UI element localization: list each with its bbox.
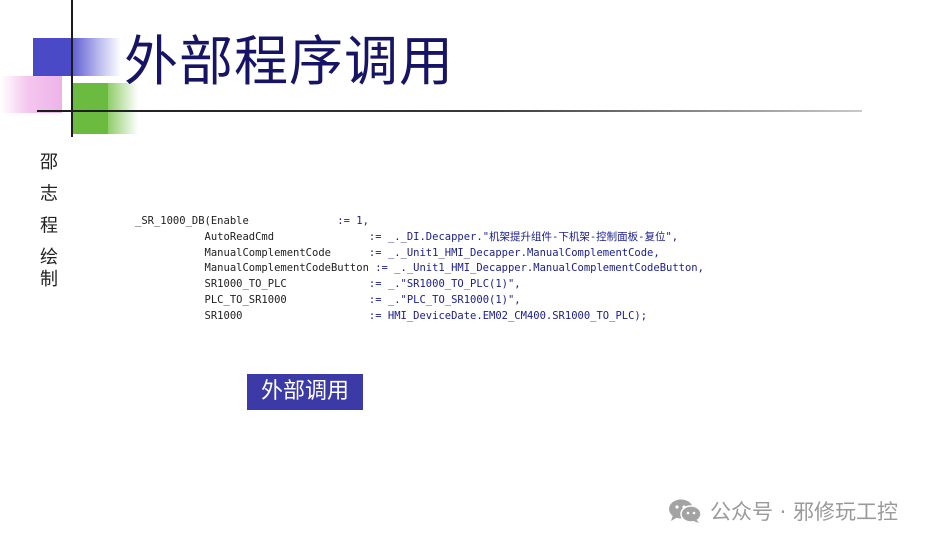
code-param: AutoReadCmd [135,230,369,243]
decor-green-square [72,83,108,134]
code-line: SR1000 := HMI_DeviceDate.EM02_CM400.SR10… [135,309,648,322]
code-value: := _._Unit1_HMI_Decapper.ManualComplemen… [368,246,660,259]
code-value: := 1, [337,215,369,227]
code-line: SR1000_TO_PLC := _."SR1000_TO_PLC(1)", [135,278,521,290]
code-value: := _."PLC_TO_SR1000(1)", [368,293,521,306]
code-param: _SR_1000_DB(Enable [135,215,338,227]
decor-vertical-line [71,0,73,137]
code-line: ManualComplementCodeButton := _._Unit1_H… [135,262,704,274]
code-param: SR1000 [135,309,369,322]
code-value: := _."SR1000_TO_PLC(1)", [368,278,521,291]
code-value: := _._Unit1_HMI_Decapper.ManualComplemen… [375,262,704,275]
code-block: _SR_1000_DB(Enable := 1, AutoReadCmd := … [135,214,704,325]
code-line: PLC_TO_SR1000 := _."PLC_TO_SR1000(1)", [135,294,521,306]
code-param: ManualComplementCodeButton [135,262,376,275]
watermark-text: 公众号 · 邪修玩工控 [709,500,898,524]
external-call-button[interactable]: 外部调用 [247,374,363,410]
slide-title: 外部程序调用 [124,30,454,93]
title-underline [37,110,862,112]
wechat-icon [668,498,702,524]
code-value: := HMI_DeviceDate.EM02_CM400.SR1000_TO_P… [368,309,648,322]
code-line: AutoReadCmd := _._DI.Decapper."机架提升组件-下机… [135,230,679,243]
code-value: := _._DI.Decapper."机架提升组件-下机架-控制面板-复位", [368,230,679,243]
code-param: SR1000_TO_PLC [135,278,369,291]
decor-blue-square [33,38,71,76]
watermark: 公众号 · 邪修玩工控 [668,497,898,525]
decor-blue-fade [71,38,121,76]
decor-pink-block [0,76,62,113]
code-line: ManualComplementCode := _._Unit1_HMI_Dec… [135,247,660,259]
author-credit: 邵 志 程 绘制 [37,152,58,292]
code-param: ManualComplementCode [135,246,369,259]
code-line: _SR_1000_DB(Enable := 1, [135,215,369,227]
code-param: PLC_TO_SR1000 [135,293,369,306]
